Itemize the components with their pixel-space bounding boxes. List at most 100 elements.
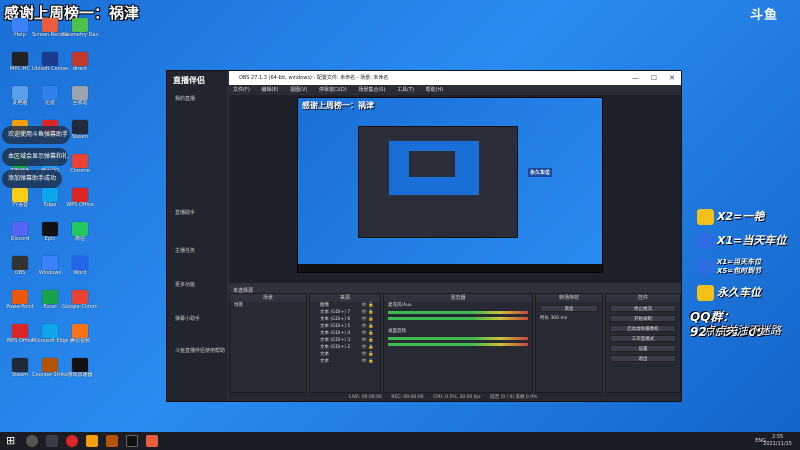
sidebar-item[interactable]: 直播助手	[175, 209, 195, 216]
app-icon	[12, 290, 28, 304]
stop-streaming-button[interactable]: 停止推流	[610, 305, 676, 312]
help-link[interactable]: 斗鱼直播伴侣使用帮助	[175, 347, 225, 354]
live-status: LIVE: 00:00:00	[349, 395, 382, 400]
overlay-badge: X2=一艳	[697, 208, 764, 226]
obs-window: OBS 27.1.3 (64-bit, windows) - 配置文件: 未命名…	[229, 71, 681, 401]
desktop-icon[interactable]: Geometry Dash	[62, 18, 98, 48]
obs-statusbar: LIVE: 00:00:00 REC: 00:00:00 CPU: 0.5%, …	[229, 393, 681, 401]
source-item[interactable]: 文本 👁 🔒	[310, 351, 380, 358]
volume-meter[interactable]	[388, 343, 528, 346]
menu-tools[interactable]: 工具(T)	[397, 87, 414, 93]
game-icon[interactable]	[106, 435, 118, 447]
visibility-lock-icon[interactable]: 👁 🔒	[361, 337, 374, 344]
sidebar-item[interactable]: 主播任务	[175, 247, 195, 254]
desktop-icon[interactable]: 微信	[62, 222, 98, 252]
start-recording-button[interactable]: 开始录制	[610, 315, 676, 322]
source-item[interactable]: 文本 (GDI+) 2 👁 🔒	[310, 344, 380, 351]
exit-button[interactable]: 退出	[610, 355, 676, 362]
source-item[interactable]: 文本 (GDI+) 6 👁 🔒	[310, 316, 380, 323]
app-icon	[12, 18, 28, 32]
studio-mode-button[interactable]: 工作室模式	[610, 335, 676, 342]
maximize-icon[interactable]: ☐	[651, 71, 657, 85]
volume-meter[interactable]	[388, 337, 528, 340]
transition-duration[interactable]: 时长 300 ms	[536, 315, 602, 322]
sidebar-item[interactable]: 我的直播	[175, 95, 195, 102]
desktop-icon[interactable]: 回收站	[62, 86, 98, 116]
volume-meter[interactable]	[388, 311, 528, 314]
explorer-icon[interactable]	[86, 435, 98, 447]
dock-title: 来源	[310, 294, 380, 302]
preview-badge: 永久车位	[528, 168, 553, 177]
visibility-lock-icon[interactable]: 👁 🔒	[361, 344, 374, 351]
desktop-icon[interactable]: Word	[62, 256, 98, 286]
desktop-icon[interactable]: 游戏加速器	[62, 358, 98, 388]
settings-button[interactable]: 设置	[610, 345, 676, 352]
menu-help[interactable]: 帮助(H)	[426, 87, 444, 93]
desktop-icon-label: 回收站	[72, 100, 88, 106]
chrome-icon[interactable]	[66, 435, 78, 447]
source-item[interactable]: 文本 (GDI+) 5 👁 🔒	[310, 323, 380, 330]
app-icon	[72, 154, 88, 168]
menu-view[interactable]: 视图(V)	[290, 87, 307, 93]
badge-text: X2=一艳	[717, 210, 765, 223]
preview-taskbar	[298, 264, 602, 272]
notification-toast[interactable]: 欢迎使用斗鱼弹幕助手	[2, 126, 70, 144]
menu-edit[interactable]: 编辑(E)	[261, 87, 278, 93]
visibility-lock-icon[interactable]: 👁 🔒	[361, 358, 374, 365]
desktop-icon[interactable]: Google Chrome	[62, 290, 98, 320]
scene-item[interactable]: 场景	[230, 302, 306, 309]
minimize-icon[interactable]: —	[632, 71, 639, 85]
obs-titlebar: OBS 27.1.3 (64-bit, windows) - 配置文件: 未命名…	[229, 71, 681, 85]
source-item[interactable]: 图像 👁 🔒	[310, 302, 380, 309]
app-icon	[12, 256, 28, 270]
source-item[interactable]: 文本 👁 🔒	[310, 358, 380, 365]
app-icon	[72, 358, 88, 372]
clock[interactable]: 2:55 2021/11/15	[763, 434, 792, 448]
windows-start-icon[interactable]: ⊞	[6, 435, 18, 447]
duration-value: 300 ms	[550, 316, 568, 321]
source-label: 文本 (GDI+) 3	[320, 338, 351, 343]
app-icon	[72, 290, 88, 304]
visibility-lock-icon[interactable]: 👁 🔒	[361, 302, 374, 309]
preview-area[interactable]: 感谢上周榜一：祸津 永久车位	[229, 95, 681, 283]
search-icon[interactable]	[26, 435, 38, 447]
visibility-lock-icon[interactable]: 👁 🔒	[361, 309, 374, 316]
app-icon	[72, 18, 88, 32]
notification-toast[interactable]: 添加弹幕助手成功	[2, 170, 62, 188]
menu-docks[interactable]: 停靠窗口(D)	[319, 87, 347, 93]
source-item[interactable]: 文本 (GDI+) 7 👁 🔒	[310, 309, 380, 316]
badge-text: X1=当天车位	[717, 234, 787, 247]
notification-toast[interactable]: 本区域会显示弹幕和礼物消息	[2, 148, 68, 178]
menu-scene-collection[interactable]: 场景集合(S)	[358, 87, 385, 93]
desktop-icon-label: 游戏加速器	[67, 372, 93, 378]
transition-select[interactable]: 渐变	[540, 305, 598, 312]
desktop-icon[interactable]: WPS Office	[62, 188, 98, 218]
task-view-icon[interactable]	[46, 435, 58, 447]
source-item[interactable]: 文本 (GDI+) 4 👁 🔒	[310, 330, 380, 337]
virtual-camera-button[interactable]: 启动虚拟摄像机	[610, 325, 676, 332]
dock-title: 转场特效	[536, 294, 602, 302]
sidebar-item[interactable]: 弹幕小助手	[175, 315, 200, 322]
overlay-badge-small: X1=当天车位 X5=包时到节	[697, 258, 761, 276]
overlay-badge: 永久车位	[697, 284, 761, 302]
obs-taskbar-icon[interactable]	[126, 435, 138, 447]
dropped-frames-status: 延迟 (0 / 0) 丢帧 0.0%	[490, 395, 538, 400]
sidebar-item[interactable]: 更多功能	[175, 281, 195, 288]
visibility-lock-icon[interactable]: 👁 🔒	[361, 351, 374, 358]
visibility-lock-icon[interactable]: 👁 🔒	[361, 330, 374, 337]
visibility-lock-icon[interactable]: 👁 🔒	[361, 323, 374, 330]
preview-canvas[interactable]: 感谢上周榜一：祸津 永久车位	[297, 97, 603, 273]
close-icon[interactable]: ✕	[669, 71, 675, 85]
desktop-icon-label: WPS Office	[66, 202, 94, 208]
obs-menubar: 文件(F) 编辑(E) 视图(V) 停靠窗口(D) 场景集合(S) 工具(T) …	[229, 85, 681, 95]
dock-title: 混音器	[384, 294, 532, 302]
desktop-icon[interactable]: 腾讯视频	[62, 324, 98, 354]
volume-meter[interactable]	[388, 317, 528, 320]
dock-title: 场景	[230, 294, 306, 302]
menu-file[interactable]: 文件(F)	[233, 87, 250, 93]
app-icon	[12, 52, 28, 66]
desktop-icon[interactable]: direct	[62, 52, 98, 82]
app-taskbar-icon[interactable]	[146, 435, 158, 447]
visibility-lock-icon[interactable]: 👁 🔒	[361, 316, 374, 323]
source-item[interactable]: 文本 (GDI+) 3 👁 🔒	[310, 337, 380, 344]
